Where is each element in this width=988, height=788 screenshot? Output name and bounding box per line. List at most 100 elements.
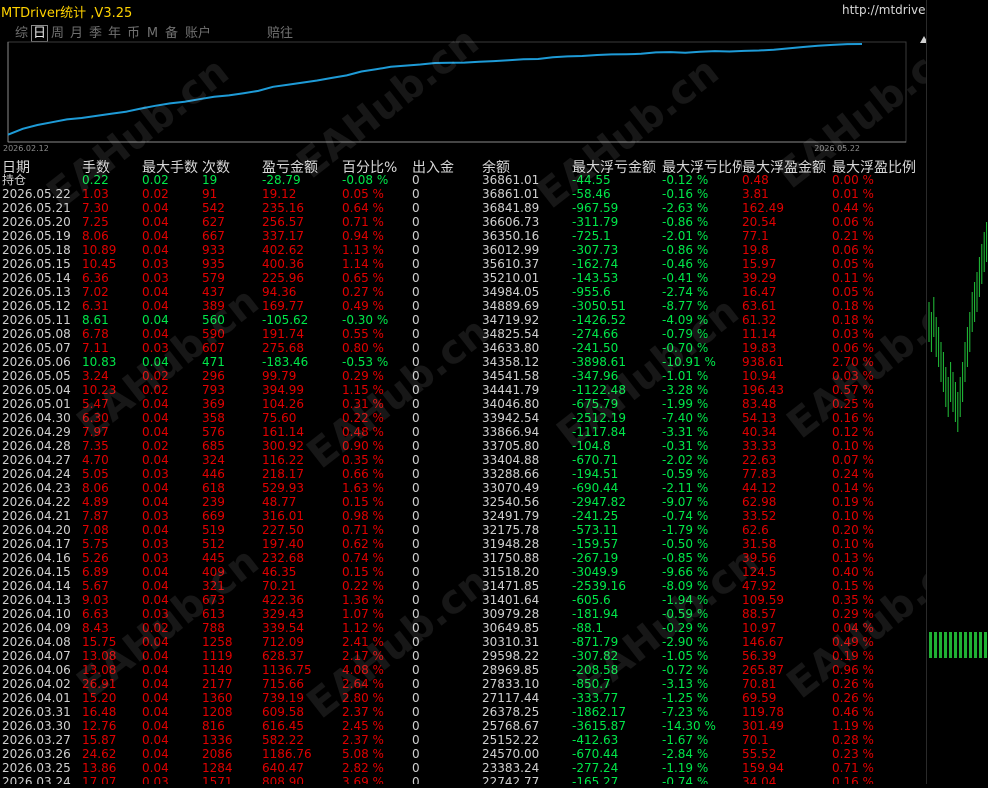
table-cell: 0.02 [142,439,169,453]
table-cell: 7.35 [82,439,109,453]
table-cell: 34719.92 [482,313,540,327]
table-cell: 33070.49 [482,481,540,495]
table-cell: -2.84 % [662,747,709,761]
table-cell: 0.06 % [832,215,874,229]
table-cell: 31518.20 [482,565,540,579]
table-cell: 2086 [202,747,233,761]
table-cell: -1.67 % [662,733,709,747]
table-cell: -183.46 [262,355,309,369]
table-cell: -2.01 % [662,229,709,243]
table-cell: -1.01 % [662,369,709,383]
table-cell: 0.04 [142,355,169,369]
table-cell: -181.94 [572,607,619,621]
chart-start-date: 2026.02.12 [3,144,49,153]
table-cell: 40.34 [742,425,777,439]
table-cell: 70.21 [262,579,297,593]
table-cell: 0.44 % [832,201,874,215]
table-cell: 225.96 [262,271,304,285]
table-cell: 0.05 % [342,187,384,201]
table-cell: 15.87 [82,733,117,747]
table-cell: 938.61 [742,355,784,369]
table-row: 2026.04.01 15.20 0.04 1360 739.19 2.80 % 0 2711… [2,691,926,705]
table-cell: -0.70 % [662,341,709,355]
table-cell: 933 [202,243,225,257]
table-cell: -605.6 [572,593,611,607]
table-cell: -0.30 % [342,313,389,327]
table-cell: 579 [202,271,225,285]
table-cell: 1.14 % [342,257,384,271]
table-cell: 48.77 [262,495,297,509]
table-cell: 329.43 [262,607,304,621]
table-cell: 39.29 [742,271,777,285]
table-cell: 1284 [202,761,233,775]
table-cell: 301.49 [742,719,784,733]
table-cell: 32175.78 [482,523,540,537]
table-cell: 0.04 [142,761,169,775]
table-cell: 0.00 % [832,173,874,187]
table-row: 2026.04.17 5.75 0.03 512 197.40 0.62 % 0 31948.… [2,537,926,551]
table-cell: 0.02 [142,621,169,635]
table-cell: -1.19 % [662,761,709,775]
table-cell: 512 [202,537,225,551]
table-row: 2026.04.23 8.06 0.04 618 529.93 1.63 % 0 33070.… [2,481,926,495]
table-cell: 19.12 [262,187,297,201]
table-row: 2026.05.01 5.47 0.04 369 104.26 0.31 % 0 34046.… [2,397,926,411]
table-cell: 1186.76 [262,747,312,761]
table-cell: 0 [412,649,420,663]
table-cell: 0 [412,523,420,537]
table-cell: 1.12 % [342,621,384,635]
table-cell: 0.04 [142,397,169,411]
table-cell: 0.46 % [832,705,874,719]
table-cell: 36861.01 [482,173,540,187]
table-cell: 618 [202,481,225,495]
table-cell: 47.92 [742,579,777,593]
table-cell: 2026.03.26 [2,747,71,761]
table-row: 2026.04.15 6.89 0.04 409 46.35 0.15 % 0 31518.2… [2,565,926,579]
table-cell: 0 [412,229,420,243]
table-cell: 0 [412,201,420,215]
table-cell: 0 [412,257,420,271]
table-cell: 22.63 [742,453,777,467]
table-cell: 5.05 [82,467,109,481]
table-cell: 2026.04.23 [2,481,71,495]
table-cell: 2026.04.14 [2,579,71,593]
table-cell: 2026.05.07 [2,341,71,355]
table-cell: 77.1 [742,229,769,243]
table-cell: 70.1 [742,733,769,747]
table-row: 2026.04.24 5.05 0.03 446 218.17 0.66 % 0 33288.… [2,467,926,481]
table-cell: 2026.04.15 [2,565,71,579]
table-cell: 2.82 % [342,761,384,775]
table-row: 2026.05.12 6.31 0.04 389 169.77 0.49 % 0 34889.… [2,299,926,313]
table-cell: 10.83 [82,355,117,369]
table-row: 2026.04.27 4.70 0.04 324 116.22 0.35 % 0 33404.… [2,453,926,467]
table-cell: -3898.61 [572,355,626,369]
table-cell: 0.05 % [832,257,874,271]
table-cell: 0 [412,691,420,705]
volume-bar [984,632,987,658]
table-cell: -1426.52 [572,313,626,327]
table-cell: -967.59 [572,201,619,215]
table-row: 2026.03.31 16.48 0.04 1208 609.58 2.37 % 0 2637… [2,705,926,719]
table-cell: 0 [412,369,420,383]
table-cell: 70.81 [742,677,777,691]
table-cell: 13.08 [82,649,117,663]
table-cell: 2026.04.08 [2,635,71,649]
table-cell: -0.74 % [662,509,709,523]
table-cell: 0.22 % [342,579,384,593]
table-cell: -0.41 % [662,271,709,285]
table-cell: -4.09 % [662,313,709,327]
table-cell: -347.96 [572,369,619,383]
table-cell: 369 [202,397,225,411]
table-cell: 33705.80 [482,439,540,453]
table-cell: -10.91 % [662,355,716,369]
table-cell: 0 [412,495,420,509]
table-cell: 0.04 [142,201,169,215]
website-link[interactable]: http://mtdriver.cn [842,3,926,17]
table-cell: 1.36 % [342,593,384,607]
table-cell: 1360 [202,691,233,705]
table-cell: 2026.05.05 [2,369,71,383]
table-cell: 0.04 [142,747,169,761]
table-cell: 0.71 % [342,215,384,229]
table-cell: 0.04 [142,523,169,537]
table-cell: -725.1 [572,229,611,243]
